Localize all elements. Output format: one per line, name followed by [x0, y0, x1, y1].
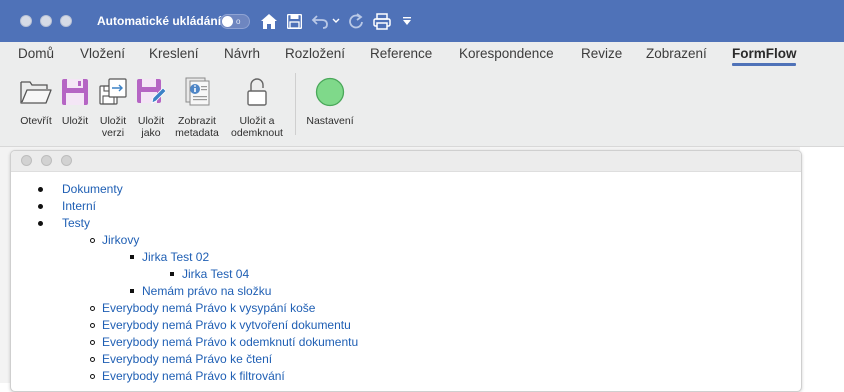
active-tab-indicator [732, 63, 796, 66]
bullet-circle [90, 357, 95, 362]
save-button-label: Uložit [61, 115, 89, 127]
tab-kresleni[interactable]: Kreslení [149, 46, 199, 61]
folder-link-odemknuti-dokumentu[interactable]: Everybody nemá Právo k odemknutí dokumen… [102, 335, 358, 350]
print-icon[interactable] [372, 10, 392, 32]
tab-korespondence[interactable]: Korespondence [459, 46, 554, 61]
autosave-toggle[interactable]: o [220, 14, 250, 29]
tab-rozlozeni[interactable]: Rozložení [285, 46, 345, 61]
bullet-circle [90, 306, 95, 311]
folder-link-dokumenty[interactable]: Dokumenty [62, 182, 123, 197]
folder-link-vysypani-kose[interactable]: Everybody nemá Právo k vysypání koše [102, 301, 315, 316]
panel-title-bar [11, 151, 801, 172]
folder-link-testy[interactable]: Testy [62, 216, 90, 231]
save-and-unlock-button[interactable]: Uložit a odemknout [227, 75, 287, 139]
tab-domu[interactable]: Domů [18, 46, 54, 61]
settings-circle-icon [313, 75, 347, 109]
customize-toolbar-icon[interactable] [400, 10, 414, 32]
save-as-button-label: Uložit jako [137, 115, 165, 139]
formflow-panel: Dokumenty Interní Testy Jirkovy Jirka Te… [10, 150, 802, 392]
folder-link-jirka-test-04[interactable]: Jirka Test 04 [182, 267, 249, 282]
unlock-icon [240, 75, 274, 109]
ribbon: Domů Vložení Kreslení Návrh Rozložení Re… [0, 42, 844, 147]
bullet-square [170, 272, 174, 276]
title-bar: Automatické ukládání o [0, 0, 844, 42]
save-button[interactable]: Uložit [56, 75, 94, 127]
folder-open-icon [19, 75, 53, 109]
save-as-icon [134, 75, 168, 109]
floppy-disk-icon [58, 75, 92, 109]
panel-close-button[interactable] [21, 155, 32, 166]
show-metadata-button-label: Zobrazit metadata [175, 115, 219, 139]
bullet-square [130, 255, 134, 259]
redo-icon[interactable] [346, 10, 366, 32]
save-version-button-label: Uložit verzi [99, 115, 127, 139]
open-button[interactable]: Otevřít [14, 75, 58, 127]
close-window-button[interactable] [20, 15, 32, 27]
bullet-disc [38, 204, 43, 209]
save-version-icon [96, 75, 130, 109]
bullet-circle [90, 340, 95, 345]
home-icon[interactable] [259, 10, 279, 32]
bullet-circle [90, 238, 95, 243]
bullet-disc [38, 221, 43, 226]
panel-zoom-button[interactable] [61, 155, 72, 166]
tab-vlozeni[interactable]: Vložení [80, 46, 125, 61]
zoom-window-button[interactable] [60, 15, 72, 27]
folder-link-nemam-pravo[interactable]: Nemám právo na složku [142, 284, 271, 299]
tab-revize[interactable]: Revize [581, 46, 622, 61]
folder-link-filtrovani[interactable]: Everybody nemá Právo k filtrování [102, 369, 285, 384]
tab-navrh[interactable]: Návrh [224, 46, 260, 61]
settings-button-label: Nastavení [306, 115, 354, 127]
tab-reference[interactable]: Reference [370, 46, 432, 61]
bullet-square [130, 289, 134, 293]
autosave-toggle-state: o [236, 17, 241, 26]
undo-icon[interactable] [311, 10, 341, 32]
toggle-knob [222, 16, 233, 27]
bullet-circle [90, 374, 95, 379]
tab-formflow[interactable]: FormFlow [732, 46, 797, 61]
folder-link-jirkovy[interactable]: Jirkovy [102, 233, 139, 248]
open-button-label: Otevřít [20, 115, 52, 127]
folder-link-cteni[interactable]: Everybody nemá Právo ke čtení [102, 352, 272, 367]
save-and-unlock-button-label: Uložit a odemknout [231, 115, 283, 139]
autosave-label: Automatické ukládání [97, 14, 222, 28]
tab-zobrazeni[interactable]: Zobrazení [646, 46, 707, 61]
document-page [800, 147, 844, 383]
folder-link-interni[interactable]: Interní [62, 199, 96, 214]
folder-link-jirka-test-02[interactable]: Jirka Test 02 [142, 250, 209, 265]
save-version-button[interactable]: Uložit verzi [94, 75, 132, 139]
panel-minimize-button[interactable] [41, 155, 52, 166]
show-metadata-button[interactable]: Zobrazit metadata [170, 75, 224, 139]
ribbon-separator [295, 73, 296, 135]
settings-button[interactable]: Nastavení [302, 75, 358, 127]
minimize-window-button[interactable] [40, 15, 52, 27]
save-as-button[interactable]: Uložit jako [132, 75, 170, 139]
bullet-disc [38, 187, 43, 192]
metadata-icon [180, 75, 214, 109]
save-icon[interactable] [285, 10, 303, 32]
folder-link-vytvoreni-dokumentu[interactable]: Everybody nemá Právo k vytvoření dokumen… [102, 318, 351, 333]
bullet-circle [90, 323, 95, 328]
